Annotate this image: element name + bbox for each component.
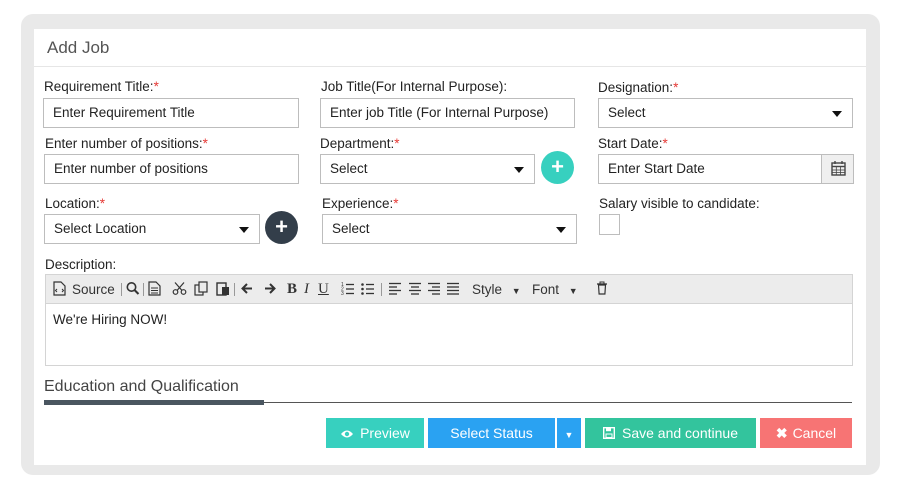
close-icon: ✖ [775,425,788,441]
chevron-down-icon: ▼ [568,286,578,296]
numbered-list-icon[interactable]: 123 [341,281,355,296]
job-title-input[interactable]: Enter job Title (For Internal Purpose) [320,98,575,128]
align-right-icon[interactable] [427,281,441,296]
description-label: Description: [45,257,117,272]
salary-visible-checkbox[interactable] [599,214,620,235]
font-dropdown[interactable]: Font ▼ [532,281,578,300]
bold-icon[interactable]: B [287,281,297,298]
add-location-button[interactable]: + [265,211,298,244]
add-job-panel: Add Job Requirement Title:* Enter Requir… [34,29,866,465]
plus-icon: + [551,154,564,179]
experience-label: Experience:* [322,196,399,211]
select-status-button[interactable]: Select Status [428,418,555,448]
designation-label: Designation:* [598,80,679,95]
toolbar-separator [381,283,382,296]
svg-text:3: 3 [341,291,344,296]
department-select[interactable]: Select [320,154,535,184]
save-icon [602,426,616,440]
save-continue-button[interactable]: Save and continue [585,418,756,448]
italic-icon[interactable]: I [304,281,309,298]
education-section-title: Education and Qualification [44,378,239,395]
plus-icon: + [275,214,288,239]
requirement-title-input[interactable]: Enter Requirement Title [43,98,299,128]
status-dropdown-toggle[interactable]: ▼ [557,418,581,448]
document-icon[interactable] [148,281,161,296]
cancel-button[interactable]: ✖ Cancel [760,418,852,448]
job-title-label: Job Title(For Internal Purpose): [321,79,508,94]
justify-icon[interactable] [446,281,460,296]
style-dropdown[interactable]: Style ▼ [472,281,521,300]
description-content[interactable]: We're Hiring NOW! [53,312,167,327]
calendar-button[interactable] [821,155,853,183]
toolbar-separator [234,283,235,296]
start-date-label: Start Date:* [598,136,668,151]
source-icon[interactable] [53,281,66,296]
preview-button[interactable]: Preview [326,418,424,448]
salary-visible-label: Salary visible to candidate: [599,196,760,211]
location-label: Location:* [45,196,106,211]
chevron-down-icon: ▼ [511,286,521,296]
requirement-title-label: Requirement Title:* [44,79,159,94]
calendar-icon [831,161,846,176]
eye-icon [341,430,354,438]
find-icon[interactable] [126,281,140,296]
align-center-icon[interactable] [408,281,422,296]
editor-toolbar: Source B I U 1 2 3 Style ▼ Font ▼ [46,275,852,304]
positions-label: Enter number of positions:* [45,136,208,151]
copy-icon[interactable] [194,281,209,296]
designation-select[interactable]: Select [598,98,853,128]
bullet-list-icon[interactable] [361,281,375,296]
section-underline [44,400,264,405]
page-title: Add Job [47,38,110,57]
location-select[interactable]: Select Location [44,214,260,244]
cut-icon[interactable] [172,281,187,296]
description-editor[interactable]: Source B I U 1 2 3 Style ▼ Font ▼ We're … [45,274,853,366]
add-department-button[interactable]: + [541,151,574,184]
positions-input[interactable]: Enter number of positions [44,154,299,184]
arrow-left-icon[interactable] [240,281,254,296]
arrow-right-icon[interactable] [263,281,277,296]
trash-icon[interactable] [596,281,608,296]
start-date-input[interactable]: Enter Start Date [598,154,854,184]
department-label: Department:* [320,136,400,151]
toolbar-separator [143,283,144,296]
toolbar-separator [121,283,122,296]
underline-icon[interactable]: U [318,281,329,298]
experience-select[interactable]: Select [322,214,577,244]
panel-header: Add Job [34,29,866,67]
align-left-icon[interactable] [388,281,402,296]
chevron-down-icon: ▼ [564,430,574,440]
paste-icon[interactable] [216,281,231,296]
source-button[interactable]: Source [72,281,115,298]
